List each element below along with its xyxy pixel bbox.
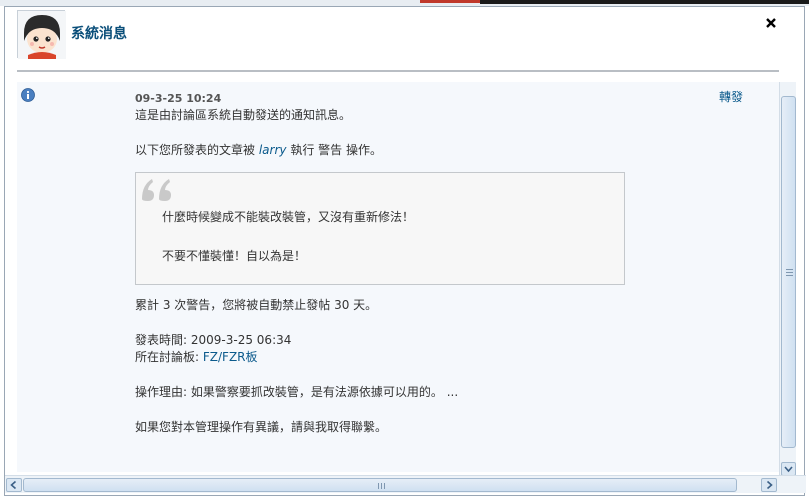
action-user-link[interactable]: larry: [259, 143, 287, 157]
avatar: [17, 10, 66, 59]
quote-mark-icon: [140, 175, 176, 208]
message-action: 以下您所發表的文章被 larry 執行 警告 操作。: [135, 142, 635, 159]
post-time-row: 發表時間: 2009-3-25 06:34: [135, 332, 635, 349]
post-time-value: 2009-3-25 06:34: [190, 333, 292, 347]
quoted-post: 什麼時候變成不能裝改裝管，又沒有重新修法！ 不要不懂裝懂！自以為是！: [135, 172, 625, 285]
forum-link[interactable]: FZ/FZR板: [203, 350, 258, 364]
chevron-down-icon: [784, 466, 793, 473]
warning-count: 累計 3 次警告，您將被自動禁止發帖 30 天。: [135, 298, 378, 312]
avatar-face-icon: [18, 11, 66, 59]
system-message-window: 系統消息 轉發 09-3-25 10:24 這是由討論區系統自動發送的通知訊息。…: [4, 6, 806, 496]
forward-link[interactable]: 轉發: [719, 88, 743, 105]
scroll-down-button[interactable]: [781, 462, 796, 476]
message-date: 09-3-25 10:24: [135, 92, 222, 105]
window-title: 系統消息: [71, 26, 127, 42]
forum-label: 所在討論板:: [135, 350, 200, 364]
post-time-label: 發表時間:: [135, 333, 188, 347]
info-icon: [21, 88, 35, 102]
message-intro: 這是由討論區系統自動發送的通知訊息。: [135, 108, 352, 122]
scroll-right-button[interactable]: [761, 478, 777, 492]
horizontal-scrollbar[interactable]: [5, 475, 806, 493]
reason-label: 操作理由:: [135, 385, 188, 399]
reason-row: 操作理由: 如果警察要抓改裝管，是有法源依據可以用的。 ...: [135, 384, 635, 401]
action-suffix: 執行 警告 操作。: [290, 143, 382, 157]
vertical-scroll-thumb[interactable]: [781, 96, 796, 448]
message-body: 09-3-25 10:24 這是由討論區系統自動發送的通知訊息。 以下您所發表的…: [135, 90, 635, 436]
top-strip-dark: [480, 0, 809, 4]
scroll-left-button[interactable]: [6, 478, 22, 492]
horizontal-scroll-thumb[interactable]: [23, 478, 737, 492]
chevron-left-icon: [10, 480, 17, 490]
chevron-right-icon: [766, 480, 773, 490]
header-divider: [17, 70, 779, 72]
forum-row: 所在討論板: FZ/FZR板: [135, 349, 635, 366]
quote-line-1: 什麼時候變成不能裝改裝管，又沒有重新修法！: [162, 210, 415, 224]
message-content: 轉發 09-3-25 10:24 這是由討論區系統自動發送的通知訊息。 以下您所…: [17, 82, 779, 472]
appeal-text: 如果您對本管理操作有異議，請與我取得聯繫。: [135, 420, 388, 434]
quote-line-2: 不要不懂裝懂！自以為是！: [162, 249, 307, 263]
action-prefix: 以下您所發表的文章被: [135, 143, 256, 157]
vertical-scrollbar[interactable]: [779, 82, 796, 478]
window-header: 系統消息: [5, 7, 804, 72]
close-icon[interactable]: [764, 16, 778, 30]
reason-text: 如果警察要抓改裝管，是有法源依據可以用的。 ...: [190, 385, 459, 399]
